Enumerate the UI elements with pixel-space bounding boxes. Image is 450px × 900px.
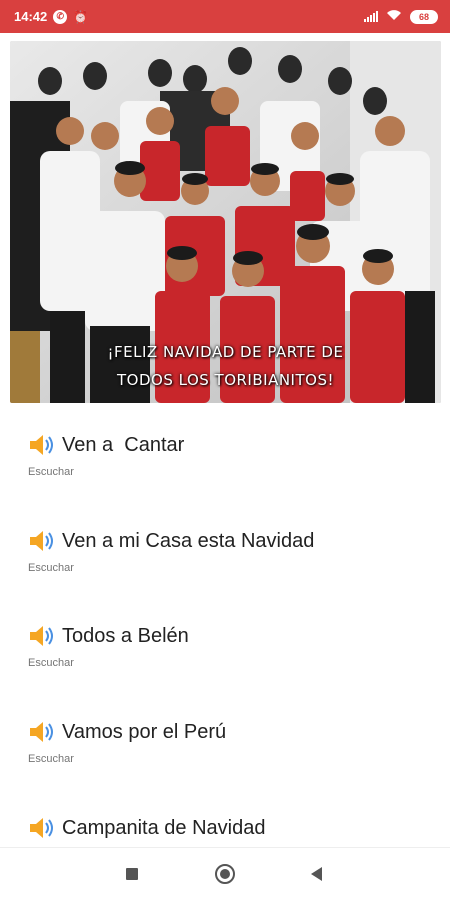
- alarm-icon: ⏰: [73, 9, 89, 24]
- speaker-icon: [30, 818, 53, 838]
- song-title: Ven a Cantar: [62, 433, 185, 456]
- system-nav-bar: [0, 847, 450, 900]
- recents-square-icon[interactable]: [126, 868, 138, 880]
- signal-icon: [364, 11, 378, 22]
- banner-caption-line2: TODOS LOS TORIBIANITOS!: [117, 371, 334, 389]
- battery-icon: 68: [410, 9, 438, 24]
- wifi-icon: [386, 9, 402, 24]
- song-item[interactable]: Ven a Cantar Escuchar: [0, 410, 450, 490]
- speaker-icon: [30, 435, 53, 455]
- song-title: Ven a mi Casa esta Navidad: [62, 529, 315, 552]
- song-title: Campanita de Navidad: [62, 816, 266, 839]
- status-bar: 14:42 ✆ ⏰ 68: [0, 0, 450, 33]
- status-time: 14:42: [14, 9, 48, 24]
- song-title: Todos a Belén: [62, 624, 189, 647]
- choir-photo-banner: ¡FELIZ NAVIDAD DE PARTE DE TODOS LOS TOR…: [10, 41, 441, 403]
- home-circle-icon[interactable]: [215, 864, 235, 884]
- back-triangle-icon[interactable]: [311, 867, 322, 881]
- song-subtitle: Escuchar: [28, 562, 74, 574]
- song-item[interactable]: Vamos por el Perú Escuchar: [0, 697, 450, 777]
- song-subtitle: Escuchar: [28, 466, 74, 478]
- whatsapp-icon: ✆: [53, 9, 68, 24]
- banner-caption-line1: ¡FELIZ NAVIDAD DE PARTE DE: [107, 343, 344, 361]
- speaker-icon: [30, 626, 53, 646]
- song-subtitle: Escuchar: [28, 753, 74, 765]
- song-item[interactable]: Todos a Belén Escuchar: [0, 601, 450, 681]
- song-item[interactable]: Ven a mi Casa esta Navidad Escuchar: [0, 506, 450, 586]
- speaker-icon: [30, 722, 53, 742]
- song-title: Vamos por el Perú: [62, 720, 227, 743]
- speaker-icon: [30, 531, 53, 551]
- song-subtitle: Escuchar: [28, 657, 74, 669]
